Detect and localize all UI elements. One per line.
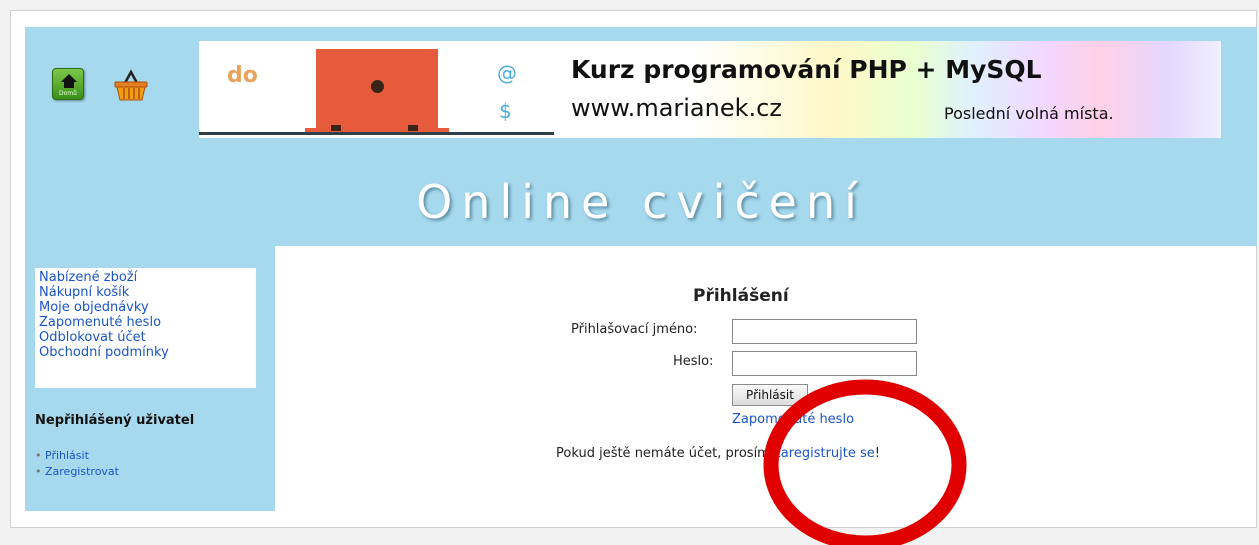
sidebar-item-terms[interactable]: Obchodní podmínky: [39, 345, 252, 360]
laptop-foot: [331, 125, 341, 131]
shopping-basket-icon[interactable]: [113, 69, 149, 101]
banner-do-text: do: [227, 63, 258, 88]
banner-url: www.marianek.cz: [571, 94, 782, 122]
sidebar-menu: Nabízené zboží Nákupní košík Moje objedn…: [35, 268, 256, 388]
username-input[interactable]: [732, 319, 917, 344]
home-icon[interactable]: Domů: [52, 68, 84, 100]
username-label: Přihlašovací jméno:: [571, 322, 698, 337]
ad-banner[interactable]: do @ $ Kurz programování PHP + MySQL www…: [199, 41, 1221, 138]
forgot-password-link[interactable]: Zapomenuté heslo: [732, 412, 854, 427]
banner-at-symbol: @: [497, 61, 517, 85]
banner-seats-text: Poslední volná místa.: [944, 104, 1114, 123]
list-item: • Přihlásit: [35, 449, 89, 462]
banner-underline: [199, 132, 554, 135]
password-input[interactable]: [732, 351, 917, 376]
register-prompt-text: Pokud ještě nemáte účet, prosím: [556, 446, 774, 461]
user-links: • Přihlásit • Zaregistrovat: [35, 448, 119, 480]
sidebar-item-forgotten-password[interactable]: Zapomenuté heslo: [39, 315, 252, 330]
sidebar-item-unblock-account[interactable]: Odblokovat účet: [39, 330, 252, 345]
site-title: Online cvičení: [416, 175, 866, 229]
sidebar-login-link[interactable]: Přihlásit: [45, 449, 89, 462]
main-content: Přihlášení Přihlašovací jméno: Heslo: Př…: [275, 246, 1257, 525]
home-icon-label: Domů: [59, 90, 77, 97]
banner-title: Kurz programování PHP + MySQL: [571, 55, 1042, 84]
house-body-shape: [64, 81, 74, 88]
laptop-camera-dot: [371, 80, 384, 93]
password-label: Heslo:: [673, 354, 714, 369]
register-prompt-suffix: !: [874, 446, 880, 461]
header: Domů do @ $ Kurz programování PHP + MySQ…: [25, 27, 1257, 246]
register-prompt: Pokud ještě nemáte účet, prosím zaregist…: [556, 446, 880, 461]
list-item: • Zaregistrovat: [35, 465, 119, 478]
sidebar: Nabízené zboží Nákupní košík Moje objedn…: [25, 246, 275, 511]
laptop-foot: [408, 125, 418, 131]
sidebar-item-cart[interactable]: Nákupní košík: [39, 285, 252, 300]
login-button[interactable]: Přihlásit: [732, 384, 808, 406]
user-status-heading: Nepřihlášený uživatel: [35, 413, 195, 428]
banner-dollar-symbol: $: [499, 99, 512, 123]
sidebar-item-my-orders[interactable]: Moje objednávky: [39, 300, 252, 315]
page-title: Přihlášení: [693, 286, 789, 306]
sidebar-register-link[interactable]: Zaregistrovat: [45, 465, 119, 478]
register-link[interactable]: zaregistrujte se: [774, 446, 875, 461]
page: Domů do @ $ Kurz programování PHP + MySQ…: [25, 27, 1257, 525]
sidebar-item-offered-goods[interactable]: Nabízené zboží: [39, 270, 252, 285]
